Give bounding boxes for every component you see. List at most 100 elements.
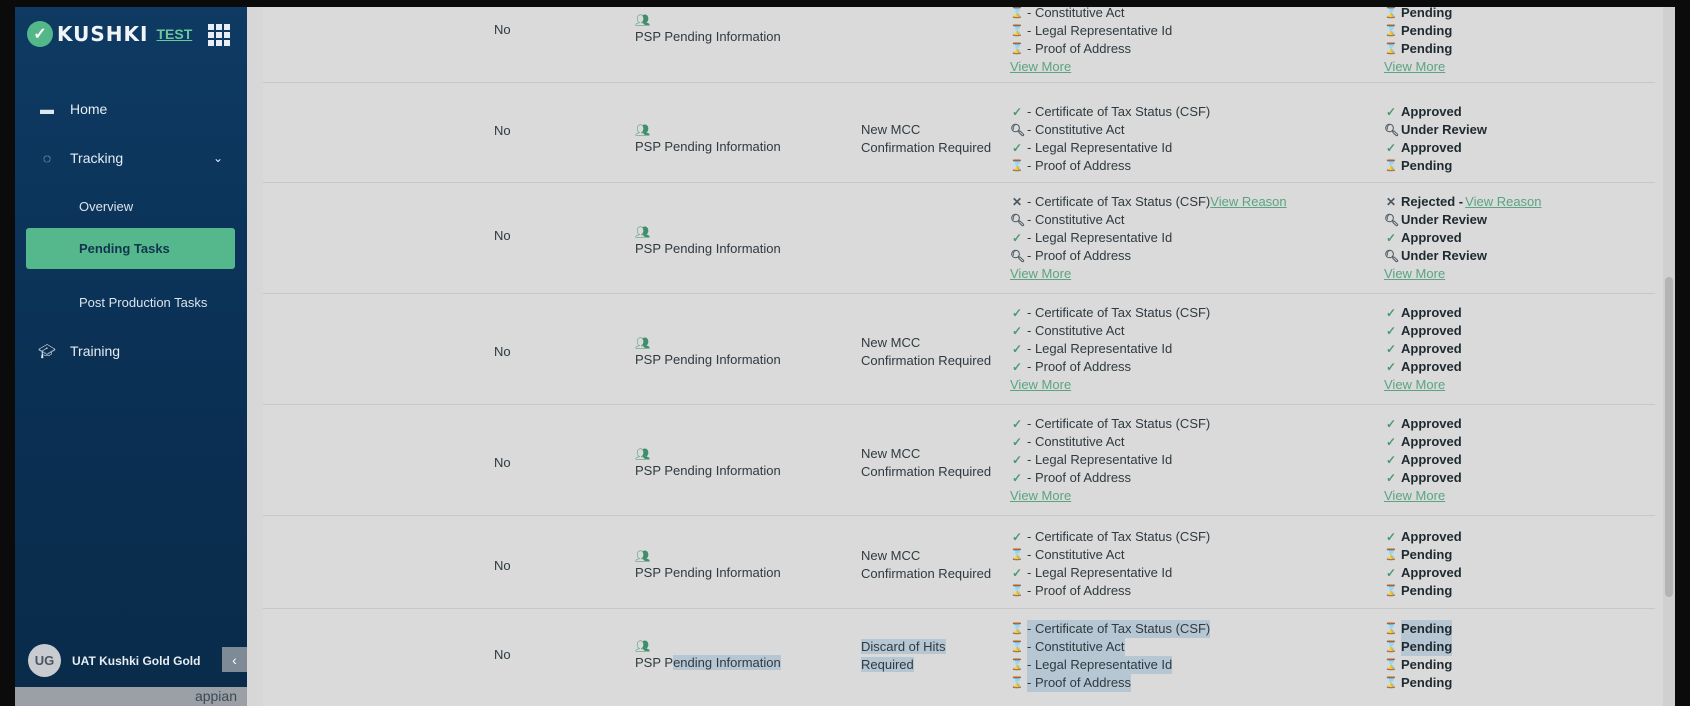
users-icon: 👥︎ (635, 225, 651, 239)
x-icon: ✕ (1385, 195, 1397, 209)
status-badge: Rejected - (1401, 194, 1464, 209)
cell-no: No (494, 558, 511, 573)
reason-line: New MCC (861, 122, 921, 137)
type-label-selected: ending Information (673, 655, 781, 670)
sidebar-item-home[interactable]: ▬ Home (15, 89, 247, 129)
document-name: - Constitutive Act (1027, 323, 1125, 338)
type-label: PSP Pending Information (635, 139, 781, 154)
cell-no: No (494, 455, 511, 470)
view-reason-link[interactable]: View Reason (1465, 193, 1541, 211)
document-name: - Legal Representative Id (1027, 341, 1173, 356)
cell-type: 👥︎ PSP Pending Information (635, 549, 781, 580)
document-name: - Certificate of Tax Status (CSF) (1027, 194, 1211, 209)
apps-grid-icon[interactable] (208, 24, 230, 46)
hourglass-icon: ⌛ (1384, 160, 1398, 172)
sidebar-item-overview[interactable]: Overview (79, 199, 133, 214)
table-row: No 👥︎ PSP Pending Information Discard of… (263, 610, 1655, 706)
status-badge: Approved (1401, 452, 1462, 467)
hourglass-icon: ⌛ (1010, 623, 1024, 635)
hourglass-icon: ⌛ (1384, 677, 1398, 689)
collapse-sidebar-button[interactable]: ‹ (222, 647, 247, 672)
table-row: No 👥︎ PSP Pending Information ✕ - Certifi… (263, 184, 1655, 294)
cell-reason: New MCC Confirmation Required (861, 547, 991, 583)
sidebar-item-pending-tasks[interactable]: Pending Tasks (26, 228, 235, 269)
cell-no: No (494, 647, 511, 662)
user-profile[interactable]: UG UAT Kushki Gold Gold (28, 644, 200, 677)
check-icon: ✓ (1011, 324, 1023, 338)
chevron-left-icon: ‹ (232, 651, 237, 668)
scrollbar-thumb[interactable] (1665, 277, 1673, 597)
hourglass-icon: ⌛ (1384, 549, 1398, 561)
table-row: No 👥︎ PSP Pending Information New MCC Co… (263, 517, 1655, 609)
sidebar-item-post-production-tasks[interactable]: Post Production Tasks (79, 295, 207, 310)
view-more-link[interactable]: View More (1384, 487, 1445, 505)
type-label: PSP Pending Information (635, 29, 781, 44)
status-badge: Pending (1401, 675, 1453, 690)
hourglass-icon: ⌛ (1384, 7, 1398, 19)
document-name: - Constitutive Act (1027, 638, 1125, 656)
check-icon: ✓ (1011, 417, 1023, 431)
brand-name: KUSHKI (57, 22, 149, 46)
document-name: - Proof of Address (1027, 470, 1132, 485)
magnifier-icon: 🔍︎ (1384, 213, 1400, 227)
check-icon: ✓ (1385, 566, 1397, 580)
check-icon: ✓ (1011, 453, 1023, 467)
status-badge: Pending (1401, 657, 1453, 672)
document-name: - Proof of Address (1027, 248, 1132, 263)
env-badge: TEST (156, 26, 193, 42)
x-icon: ✕ (1011, 195, 1023, 209)
cell-no: No (494, 344, 511, 359)
sidebar-item-training[interactable]: 🎓︎ Training (15, 331, 247, 371)
hourglass-icon: ⌛ (1384, 43, 1398, 55)
view-more-link[interactable]: View More (1010, 487, 1071, 505)
status-badge: Approved (1401, 416, 1462, 431)
document-name: - Proof of Address (1027, 359, 1132, 374)
document-name: - Constitutive Act (1027, 122, 1125, 137)
check-icon: ✓ (1385, 453, 1397, 467)
hourglass-icon: ⌛ (1010, 160, 1024, 172)
check-icon: ✓ (1011, 105, 1023, 119)
document-name: - Certificate of Tax Status (CSF) (1027, 529, 1211, 544)
user-name: UAT Kushki Gold Gold (72, 653, 201, 668)
document-name: - Legal Representative Id (1027, 565, 1173, 580)
status-badge: Approved (1401, 470, 1462, 485)
cell-no: No (494, 228, 511, 243)
document-name: - Proof of Address (1027, 674, 1132, 692)
view-more-link[interactable]: View More (1010, 265, 1071, 283)
status-badge: Pending (1401, 583, 1453, 598)
check-icon: ✓ (1011, 530, 1023, 544)
main-content: No 👥︎ PSP Pending Information ⌛ - Constit… (247, 7, 1675, 706)
document-name: - Legal Representative Id (1027, 140, 1173, 155)
users-icon: 👥︎ (635, 13, 651, 27)
check-icon: ✓ (1385, 435, 1397, 449)
sidebar-item-tracking[interactable]: ◌ Tracking ⌄ (15, 138, 247, 178)
magnifier-icon: 🔍︎ (1010, 249, 1026, 263)
type-label: PSP Pending Information (635, 352, 781, 367)
document-name: - Proof of Address (1027, 158, 1132, 173)
hourglass-icon: ⌛ (1384, 585, 1398, 597)
view-more-link[interactable]: View More (1384, 265, 1445, 283)
magnifier-icon: 🔍︎ (1384, 249, 1400, 263)
status-list: ✓ Approved ✓ Approved ✓ Approved ✓ Approved … (1384, 304, 1462, 394)
cell-type: 👥︎ PSP Pending Information (635, 336, 781, 367)
document-name: - Constitutive Act (1027, 212, 1125, 227)
hourglass-icon: ⌛ (1010, 549, 1024, 561)
vertical-scrollbar[interactable] (1663, 7, 1675, 706)
check-icon: ✓ (1011, 141, 1023, 155)
cell-reason: New MCC Confirmation Required (861, 445, 991, 481)
cell-type: 👥︎ PSP Pending Information (635, 447, 781, 478)
view-more-link[interactable]: View More (1010, 376, 1071, 394)
document-name: - Legal Representative Id (1027, 452, 1173, 467)
type-label: PSP Pending Information (635, 655, 781, 670)
view-more-link[interactable]: View More (1384, 58, 1445, 76)
view-more-link[interactable]: View More (1010, 58, 1071, 76)
brand-logo[interactable]: ✓ KUSHKI TEST (27, 21, 192, 47)
document-name: - Legal Representative Id (1027, 656, 1173, 674)
status-badge: Approved (1401, 104, 1462, 119)
document-name: - Proof of Address (1027, 583, 1132, 598)
status-badge: Approved (1401, 565, 1462, 580)
view-more-link[interactable]: View More (1384, 376, 1445, 394)
document-name: - Constitutive Act (1027, 547, 1125, 562)
status-badge: Pending (1401, 547, 1453, 562)
view-reason-link[interactable]: View Reason (1210, 193, 1286, 211)
